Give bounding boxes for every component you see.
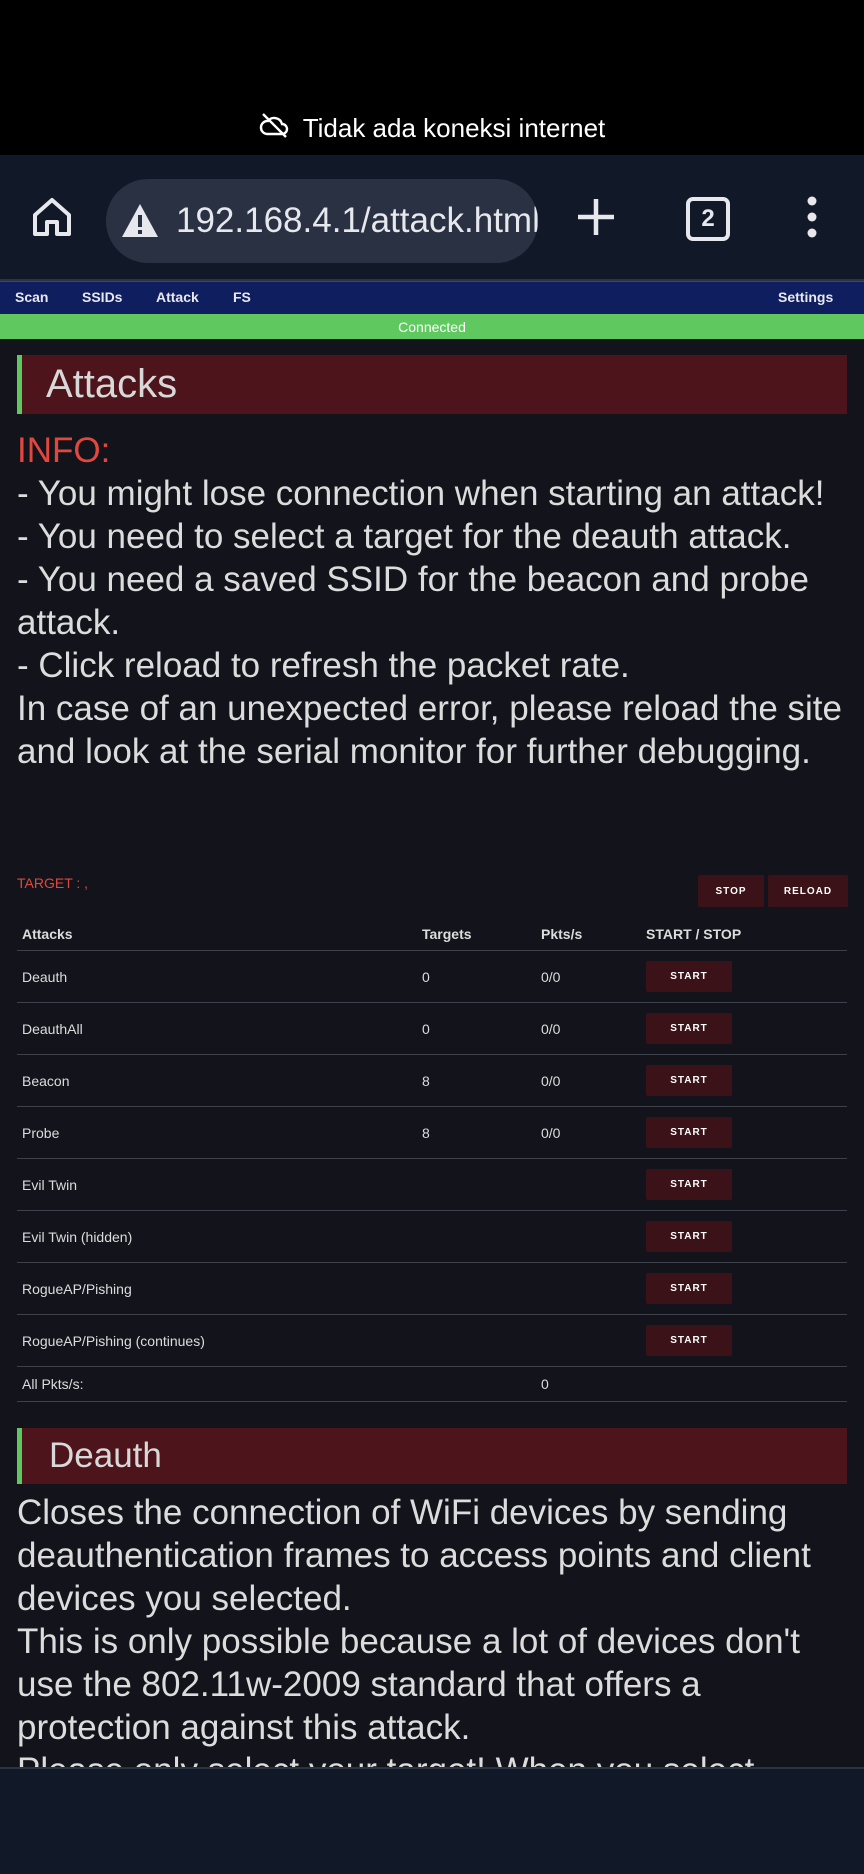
table-row: RogueAP/Pishing START [17, 1262, 847, 1315]
start-button[interactable]: START [646, 1273, 732, 1304]
attack-pkts: 0/0 [536, 1002, 641, 1055]
deauth-line: Please only select your target! When you… [17, 1749, 857, 1767]
attacks-heading: Attacks [17, 355, 847, 414]
plus-icon[interactable] [574, 195, 618, 239]
start-button[interactable]: START [646, 1013, 732, 1044]
table-row: Evil Twin (hidden) START [17, 1210, 847, 1263]
attack-targets [417, 1210, 536, 1263]
deauth-heading: Deauth [17, 1428, 847, 1484]
address-bar[interactable]: 192.168.4.1/attack.html [106, 179, 538, 263]
start-button[interactable]: START [646, 961, 732, 992]
total-label: All Pkts/s: [17, 1366, 417, 1402]
nav-item-attack[interactable]: Attack [156, 289, 199, 305]
deauth-line: Closes the connection of WiFi devices by… [17, 1493, 811, 1618]
browser-toolbar: 192.168.4.1/attack.html 2 [0, 155, 864, 281]
attack-name: Probe [17, 1106, 417, 1159]
top-nav: Scan SSIDs Attack FS Settings [0, 281, 864, 314]
nav-item-fs[interactable]: FS [233, 289, 251, 305]
reload-button[interactable]: RELOAD [768, 875, 848, 907]
total-row: All Pkts/s: 0 [17, 1366, 847, 1402]
attack-targets: 8 [417, 1054, 536, 1107]
attack-pkts: 0/0 [536, 950, 641, 1003]
offline-status-bar: Tidak ada koneksi internet [0, 0, 864, 155]
attack-targets: 8 [417, 1106, 536, 1159]
tabs-icon[interactable]: 2 [686, 197, 730, 241]
info-line: In case of an unexpected error, please r… [17, 689, 842, 771]
info-title: INFO: [17, 431, 111, 470]
warning-icon[interactable] [120, 201, 160, 241]
start-button[interactable]: START [646, 1325, 732, 1356]
attack-name: Evil Twin (hidden) [17, 1210, 417, 1263]
attack-name: RogueAP/Pishing (continues) [17, 1314, 417, 1367]
column-header: Targets [417, 918, 536, 951]
attack-targets: 0 [417, 950, 536, 1003]
attack-name: Evil Twin [17, 1158, 417, 1211]
attack-pkts [536, 1158, 641, 1211]
info-line: - You need a saved SSID for the beacon a… [17, 560, 809, 642]
stop-button[interactable]: STOP [698, 875, 764, 907]
info-line: - Click reload to refresh the packet rat… [17, 646, 630, 685]
column-header: Attacks [17, 918, 417, 951]
nav-item-ssids[interactable]: SSIDs [82, 289, 122, 305]
table-row: Probe 8 0/0 START [17, 1106, 847, 1159]
info-block: INFO: - You might lose connection when s… [17, 429, 857, 773]
url-text[interactable]: 192.168.4.1/attack.html [176, 201, 538, 241]
browser-bottom-bar [0, 1767, 864, 1874]
deauth-line: This is only possible because a lot of d… [17, 1622, 800, 1747]
attack-targets: 0 [417, 1002, 536, 1055]
web-page: Scan SSIDs Attack FS Settings Connected … [0, 281, 864, 1767]
column-header: Pkts/s [536, 918, 641, 951]
info-line: - You need to select a target for the de… [17, 517, 792, 556]
attack-name: RogueAP/Pishing [17, 1262, 417, 1315]
attack-name: Beacon [17, 1054, 417, 1107]
attack-pkts [536, 1262, 641, 1315]
table-row: RogueAP/Pishing (continues) START [17, 1314, 847, 1367]
table-row: Evil Twin START [17, 1158, 847, 1211]
target-label: TARGET : , [17, 875, 89, 891]
attack-name: DeauthAll [17, 1002, 417, 1055]
attack-pkts [536, 1314, 641, 1367]
start-button[interactable]: START [646, 1169, 732, 1200]
nav-item-settings[interactable]: Settings [778, 289, 833, 305]
attacks-table: Attacks Targets Pkts/s START / STOP Deau… [17, 918, 847, 1402]
offline-text: Tidak ada koneksi internet [302, 113, 606, 143]
start-button[interactable]: START [646, 1221, 732, 1252]
start-button[interactable]: START [646, 1117, 732, 1148]
nav-item-scan[interactable]: Scan [15, 289, 48, 305]
table-row: Deauth 0 0/0 START [17, 950, 847, 1003]
attack-targets [417, 1314, 536, 1367]
home-icon[interactable] [28, 193, 76, 241]
info-line: - You might lose connection when startin… [17, 474, 825, 513]
deauth-description: Closes the connection of WiFi devices by… [17, 1491, 857, 1767]
connection-status: Connected [0, 314, 864, 339]
attack-name: Deauth [17, 950, 417, 1003]
attack-pkts: 0/0 [536, 1054, 641, 1107]
attack-pkts [536, 1210, 641, 1263]
total-value: 0 [536, 1366, 641, 1402]
table-row: DeauthAll 0 0/0 START [17, 1002, 847, 1055]
cloud-off-icon [259, 112, 289, 145]
more-vert-icon[interactable] [800, 195, 824, 239]
table-row: Beacon 8 0/0 START [17, 1054, 847, 1107]
column-header: START / STOP [641, 918, 847, 951]
attack-targets [417, 1262, 536, 1315]
attack-targets [417, 1158, 536, 1211]
table-header-row: Attacks Targets Pkts/s START / STOP [17, 918, 847, 951]
attack-pkts: 0/0 [536, 1106, 641, 1159]
start-button[interactable]: START [646, 1065, 732, 1096]
